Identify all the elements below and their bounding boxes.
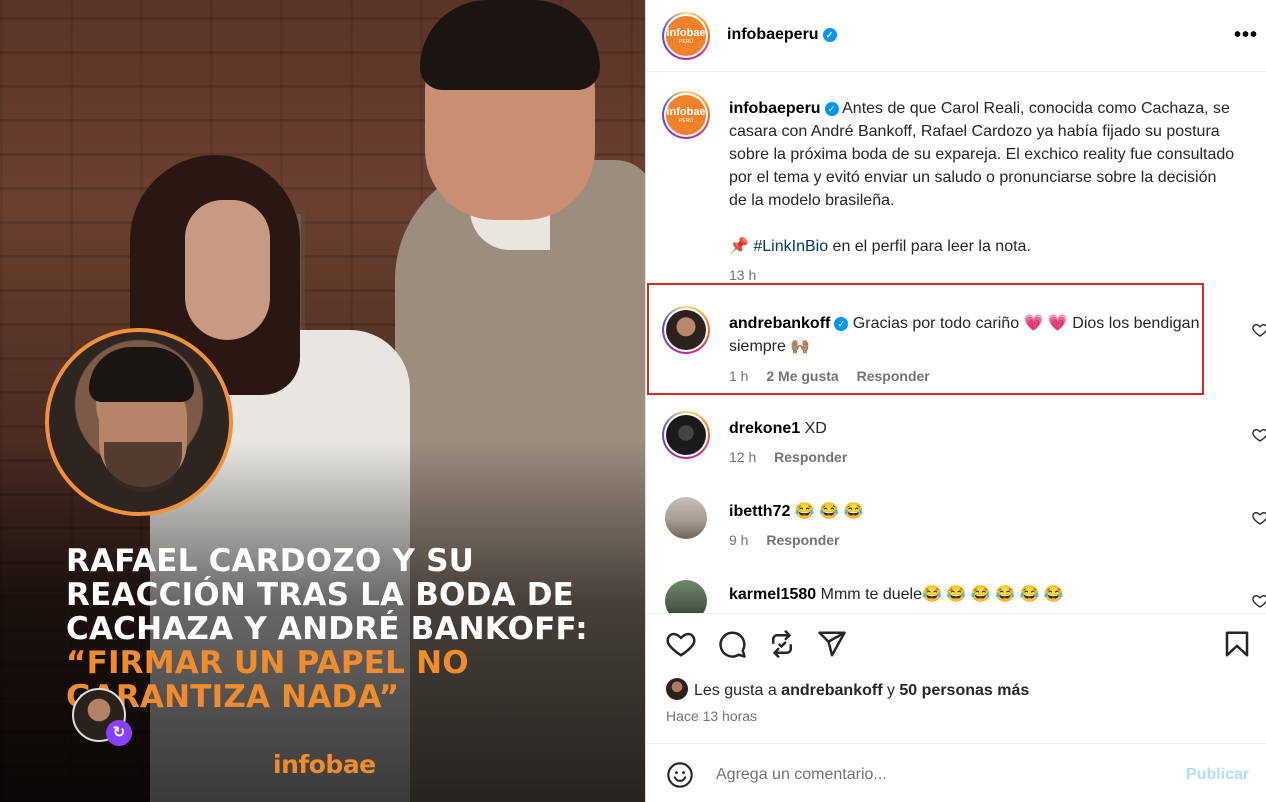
comment-avatar[interactable]	[665, 580, 707, 613]
header-username-text[interactable]: infobaeperu	[727, 26, 819, 43]
comment-username[interactable]: ibetth72	[729, 503, 790, 520]
share-icon[interactable]	[817, 629, 847, 659]
comment-avatar[interactable]	[665, 497, 707, 539]
headline-orange-text: “FIRMAR UN PAPEL NO GARANTIZA NADA”	[66, 645, 469, 715]
headline-white-text: RAFAEL CARDOZO Y SU REACCIÓN TRAS LA BOD…	[66, 543, 588, 647]
comment-time[interactable]: 12 h	[729, 449, 756, 465]
likes-avatar[interactable]	[666, 678, 688, 700]
comment-meta: 9 h Responder	[729, 532, 839, 548]
inset-beard	[104, 442, 182, 492]
inset-hair	[89, 347, 194, 402]
caption-time[interactable]: 13 h	[729, 264, 1237, 287]
caption-username[interactable]: infobaeperu	[729, 100, 821, 117]
reply-button[interactable]: Responder	[857, 368, 930, 384]
comment-avatar[interactable]	[662, 411, 710, 459]
verified-icon: ✓	[824, 102, 839, 116]
comment-time[interactable]: 1 h	[729, 368, 748, 384]
likes-middle: y	[882, 682, 900, 699]
caption-link-text: en el perfil para leer la nota.	[828, 238, 1031, 255]
comment-heart-icon[interactable]	[1252, 322, 1266, 338]
comment-heart-icon[interactable]	[1252, 593, 1266, 609]
hashtag-link[interactable]: #LinkInBio	[753, 238, 828, 255]
comment-item: drekone1 XD 12 h Responder	[662, 411, 1266, 481]
brand-logo: infobae	[273, 750, 376, 779]
more-icon[interactable]: •••	[1234, 24, 1258, 47]
reply-button[interactable]: Responder	[766, 532, 839, 548]
add-comment-bar: Publicar	[646, 743, 1266, 802]
comment-body: andrebankoff ✓ Gracias por todo cariño 💗 …	[729, 312, 1209, 358]
comment-username[interactable]: drekone1	[729, 420, 800, 437]
verified-icon: ✓	[822, 28, 837, 42]
likes-summary[interactable]: Les gusta a andrebankoff y 50 personas m…	[666, 678, 1029, 700]
likes-user[interactable]: andrebankoff	[781, 682, 882, 699]
avatar-logo-text: infobae	[666, 26, 706, 39]
avatar-logo-sub: PERÚ	[679, 38, 693, 45]
repost-icon[interactable]	[767, 629, 797, 659]
comment-icon[interactable]	[717, 629, 747, 659]
publish-button[interactable]: Publicar	[1186, 766, 1249, 784]
post-image[interactable]: RAFAEL CARDOZO Y SU REACCIÓN TRAS LA BOD…	[0, 0, 645, 802]
caption-avatar-logo: infobae	[666, 105, 706, 118]
comment-heart-icon[interactable]	[1252, 510, 1266, 526]
comment-heart-icon[interactable]	[1252, 427, 1266, 443]
image-headline: RAFAEL CARDOZO Y SU REACCIÓN TRAS LA BOD…	[66, 544, 626, 714]
comment-item: andrebankoff ✓ Gracias por todo cariño 💗 …	[662, 306, 1266, 396]
post-header: infobae PERÚ infobaeperu ✓ •••	[646, 0, 1266, 72]
action-bar	[646, 613, 1266, 673]
post-time-ago[interactable]: Hace 13 horas	[666, 708, 757, 724]
comment-body: ibetth72 😂 😂 😂	[729, 500, 1209, 523]
comment-text: Mmm te duele😂 😂 😂 😂 😂 😂	[820, 586, 1064, 603]
caption-avatar[interactable]: infobae PERÚ	[662, 91, 710, 139]
likes-prefix: Les gusta a	[694, 682, 782, 699]
heart-icon[interactable]	[666, 629, 696, 659]
comment-text: 😂 😂 😂	[794, 503, 864, 520]
comment-body: drekone1 XD	[729, 417, 1209, 440]
header-username[interactable]: infobaeperu ✓	[727, 26, 837, 44]
reply-button[interactable]: Responder	[774, 449, 847, 465]
comment-input[interactable]	[716, 762, 1166, 788]
post-side-panel: infobae PERÚ infobaeperu ✓ ••• infobae PE…	[645, 0, 1266, 802]
comment-body: karmel1580 Mmm te duele😂 😂 😂 😂 😂 😂	[729, 583, 1209, 606]
comment-item: ibetth72 😂 😂 😂 9 h Responder	[662, 494, 1266, 564]
likes-others[interactable]: 50 personas más	[899, 682, 1029, 699]
comment-username[interactable]: andrebankoff	[729, 315, 830, 332]
comment-text: XD	[804, 420, 827, 437]
caption-text: infobaeperu ✓ Antes de que Carol Reali, c…	[729, 97, 1237, 287]
header-avatar[interactable]: infobae PERÚ	[662, 12, 710, 60]
pin-icon: 📌	[729, 238, 749, 255]
repost-badge-icon[interactable]: ↻	[106, 720, 132, 746]
verified-icon: ✓	[834, 317, 849, 331]
comment-avatar[interactable]	[662, 306, 710, 354]
comment-time[interactable]: 9 h	[729, 532, 748, 548]
caption-avatar-sub: PERÚ	[679, 117, 693, 124]
inset-portrait	[45, 328, 233, 516]
comment-likes[interactable]: 2 Me gusta	[766, 368, 838, 384]
comment-meta: 12 h Responder	[729, 449, 847, 465]
emoji-icon[interactable]	[666, 761, 694, 789]
comment-meta: 1 h 2 Me gusta Responder	[729, 368, 930, 384]
bookmark-icon[interactable]	[1222, 629, 1252, 659]
comment-username[interactable]: karmel1580	[729, 586, 816, 603]
comments-section[interactable]: infobae PERÚ infobaeperu ✓ Antes de que C…	[646, 73, 1266, 613]
comment-item: karmel1580 Mmm te duele😂 😂 😂 😂 😂 😂	[662, 577, 1266, 613]
